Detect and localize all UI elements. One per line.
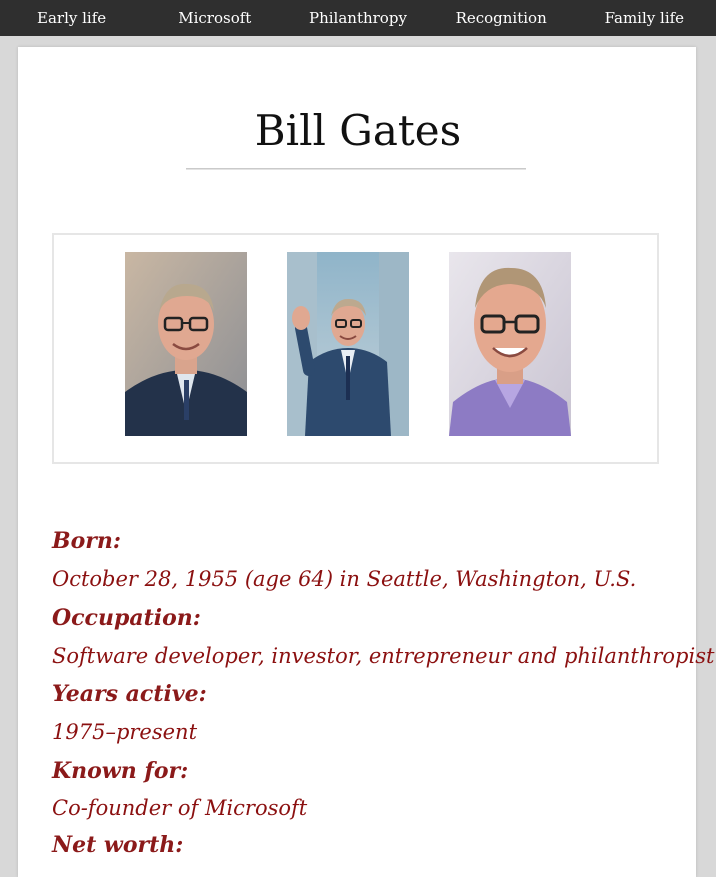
occupation-value: Software developer, investor, entreprene…: [52, 644, 715, 668]
nav-item-recognition[interactable]: Recognition: [430, 0, 573, 36]
known-for-value: Co-founder of Microsoft: [52, 796, 308, 820]
smiling-photo[interactable]: [449, 252, 571, 436]
waving-photo[interactable]: [287, 252, 409, 436]
born-label: Born:: [52, 528, 121, 554]
top-nav: Early life Microsoft Philanthropy Recogn…: [0, 0, 716, 36]
years-active-value: 1975–present: [52, 720, 198, 744]
portrait-photo[interactable]: [125, 252, 247, 436]
occupation-label: Occupation:: [52, 605, 201, 631]
nav-item-philanthropy[interactable]: Philanthropy: [286, 0, 429, 36]
nav-item-early-life[interactable]: Early life: [0, 0, 143, 36]
known-for-label: Known for:: [52, 758, 189, 784]
portrait-photo-image: [125, 252, 247, 436]
net-worth-label: Net worth:: [52, 832, 184, 858]
smiling-photo-image: [449, 252, 571, 436]
nav-item-microsoft[interactable]: Microsoft: [143, 0, 286, 36]
nav-item-family-life[interactable]: Family life: [573, 0, 716, 36]
born-value: October 28, 1955 (age 64) in Seattle, Wa…: [52, 567, 637, 591]
waving-photo-image: [287, 252, 409, 436]
page-title: Bill Gates: [254, 106, 462, 155]
title-divider: [186, 168, 526, 170]
years-active-label: Years active:: [52, 681, 207, 707]
